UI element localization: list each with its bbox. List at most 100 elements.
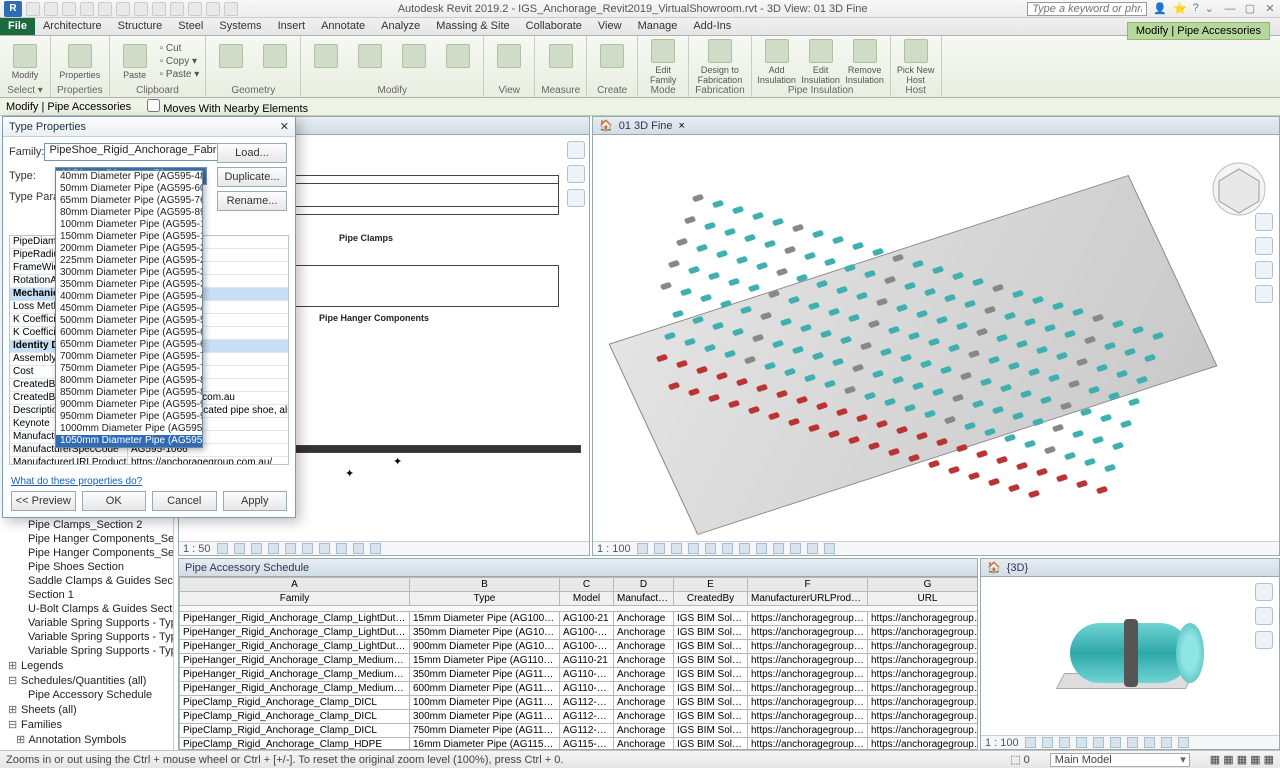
browser-node[interactable]: ⊞ Legends	[0, 658, 173, 673]
ribbon-button[interactable]: Remove Insulation	[846, 39, 884, 85]
schedule-grid[interactable]: ABCDEFGFamilyTypeModelManufacturerCreate…	[179, 577, 977, 749]
moves-with-nearby-checkbox[interactable]: Moves With Nearby Elements	[141, 99, 308, 115]
ribbon-tab-file[interactable]: File	[0, 18, 35, 35]
view-tab-label[interactable]: 01 3D Fine	[619, 120, 673, 132]
quick-access-toolbar[interactable]	[26, 2, 238, 16]
browser-node[interactable]: Pipe Hanger Components_Section	[0, 546, 173, 560]
ok-button[interactable]: OK	[82, 491, 147, 511]
ribbon-tab-systems[interactable]: Systems	[211, 18, 269, 35]
ribbon-tab-architecture[interactable]: Architecture	[35, 18, 110, 35]
ribbon-tab-structure[interactable]: Structure	[110, 18, 171, 35]
ribbon-button[interactable]	[490, 44, 528, 80]
dropdown-option[interactable]: 40mm Diameter Pipe (AG595-48)	[56, 171, 202, 183]
rename-button[interactable]: Rename...	[217, 191, 287, 211]
ribbon-button[interactable]	[439, 44, 477, 80]
ribbon-tab-collaborate[interactable]: Collaborate	[518, 18, 590, 35]
table-row[interactable]: PipeHanger_Rigid_Anchorage_Clamp_MediumD…	[180, 654, 978, 668]
ribbon-button[interactable]	[212, 44, 250, 80]
workset-combo[interactable]: Main Model	[1050, 753, 1190, 767]
help-icons[interactable]: 👤⭐?⌄	[1153, 2, 1214, 15]
ribbon-button[interactable]: Modify	[6, 44, 44, 80]
maximize-button[interactable]: ▢	[1240, 2, 1260, 15]
view-canvas[interactable]	[593, 135, 1279, 541]
ribbon-tab-annotate[interactable]: Annotate	[313, 18, 373, 35]
dropdown-option[interactable]: 200mm Diameter Pipe (AG595-219)	[56, 243, 202, 255]
cancel-button[interactable]: Cancel	[152, 491, 217, 511]
selection-count-icon[interactable]: ⬚ 0	[1010, 753, 1030, 766]
viewcube[interactable]	[1209, 159, 1269, 219]
dropdown-option[interactable]: 65mm Diameter Pipe (AG595-76)	[56, 195, 202, 207]
ribbon-tab-massing-site[interactable]: Massing & Site	[428, 18, 517, 35]
browser-node[interactable]: Pipe Accessory Schedule	[0, 688, 173, 702]
dropdown-option[interactable]: 850mm Diameter Pipe (AG595-864)	[56, 387, 202, 399]
table-row[interactable]: PipeHanger_Rigid_Anchorage_Clamp_LightDu…	[180, 640, 978, 654]
contextual-ribbon-tab[interactable]: Modify | Pipe Accessories	[1127, 22, 1270, 40]
table-row[interactable]: PipeClamp_Rigid_Anchorage_Clamp_DICL750m…	[180, 724, 978, 738]
ribbon-tab-steel[interactable]: Steel	[170, 18, 211, 35]
dropdown-option[interactable]: 100mm Diameter Pipe (AG595-114)	[56, 219, 202, 231]
view-control-bar[interactable]: 1 : 50	[179, 541, 589, 555]
dropdown-option[interactable]: 1050mm Diameter Pipe (AG595-1066)	[56, 435, 202, 447]
browser-node[interactable]: ⊟ Schedules/Quantities (all)	[0, 673, 173, 688]
dropdown-option[interactable]: 80mm Diameter Pipe (AG595-89)	[56, 207, 202, 219]
browser-node[interactable]: Saddle Clamps & Guides Section	[0, 574, 173, 588]
nav-tools[interactable]	[567, 141, 585, 207]
ribbon-tab-add-ins[interactable]: Add-Ins	[685, 18, 739, 35]
table-row[interactable]: PipeHanger_Rigid_Anchorage_Clamp_MediumD…	[180, 668, 978, 682]
table-row[interactable]: PipeHanger_Rigid_Anchorage_Clamp_MediumD…	[180, 682, 978, 696]
ribbon-button[interactable]	[307, 44, 345, 80]
view-control-bar[interactable]: 1 : 100	[981, 735, 1279, 749]
browser-node[interactable]: Variable Spring Supports - Type G	[0, 644, 173, 658]
browser-node[interactable]: ⊞ Sheets (all)	[0, 702, 173, 717]
browser-node[interactable]: Section 1	[0, 588, 173, 602]
table-row[interactable]: PipeHanger_Rigid_Anchorage_Clamp_LightDu…	[180, 626, 978, 640]
ribbon-tab-analyze[interactable]: Analyze	[373, 18, 428, 35]
dropdown-option[interactable]: 650mm Diameter Pipe (AG595-660)	[56, 339, 202, 351]
browser-node[interactable]: Pipe Clamps_Section 2	[0, 518, 173, 532]
project-browser[interactable]: Pipe Clamps_Section 2 Pipe Hanger Compone…	[0, 518, 174, 750]
nav-tools[interactable]	[1255, 583, 1273, 649]
search-input[interactable]	[1027, 2, 1147, 16]
status-icons[interactable]: ▦ ▦ ▦ ▦ ▦	[1210, 753, 1274, 766]
home-icon[interactable]: 🏠	[599, 119, 613, 132]
browser-node[interactable]: Variable Spring Supports - Type F	[0, 630, 173, 644]
browser-node[interactable]: Variable Spring Supports - Type C	[0, 616, 173, 630]
ribbon-button[interactable]: Pick New Host	[897, 39, 935, 85]
view-3d-small[interactable]: 🏠{3D} 1 : 100	[980, 558, 1280, 750]
close-button[interactable]: ✕	[1260, 2, 1280, 15]
browser-node[interactable]: ⊟ Families	[0, 717, 173, 732]
dropdown-option[interactable]: 450mm Diameter Pipe (AG595-457)	[56, 303, 202, 315]
dropdown-option[interactable]: 950mm Diameter Pipe (AG595-966)	[56, 411, 202, 423]
browser-node[interactable]: Pipe Shoes Section	[0, 560, 173, 574]
nav-tools[interactable]	[1255, 213, 1273, 303]
ribbon-button[interactable]: Add Insulation	[758, 39, 796, 85]
ribbon-button[interactable]	[351, 44, 389, 80]
dropdown-option[interactable]: 225mm Diameter Pipe (AG595-273)	[56, 255, 202, 267]
browser-node[interactable]: U-Bolt Clamps & Guides Section	[0, 602, 173, 616]
close-view-icon[interactable]: ×	[679, 120, 685, 132]
apply-button[interactable]: Apply	[223, 491, 288, 511]
dropdown-option[interactable]: 900mm Diameter Pipe (AG595-914)	[56, 399, 202, 411]
ribbon-button[interactable]: Paste	[116, 44, 154, 80]
view-control-bar[interactable]: 1 : 100	[593, 541, 1279, 555]
close-icon[interactable]: ✕	[280, 120, 289, 133]
dropdown-option[interactable]: 50mm Diameter Pipe (AG595-60)	[56, 183, 202, 195]
ribbon-button[interactable]: Properties	[61, 44, 99, 80]
dropdown-option[interactable]: 750mm Diameter Pipe (AG595-762)	[56, 363, 202, 375]
ribbon-button[interactable]	[593, 44, 631, 80]
load-button[interactable]: Load...	[217, 143, 287, 163]
table-row[interactable]: PipeClamp_Rigid_Anchorage_Clamp_DICL100m…	[180, 696, 978, 710]
help-link[interactable]: What do these properties do?	[11, 476, 142, 487]
ribbon-button[interactable]: Design to Fabrication	[701, 39, 739, 85]
ribbon-button[interactable]	[542, 44, 580, 80]
table-row[interactable]: PipeHanger_Rigid_Anchorage_Clamp_LightDu…	[180, 612, 978, 626]
view-3d-fine[interactable]: 🏠 01 3D Fine × 1 : 100	[592, 116, 1280, 556]
view-canvas[interactable]	[981, 577, 1279, 735]
ribbon-tab-view[interactable]: View	[590, 18, 630, 35]
param-row[interactable]: ManufacturerURLProductSpecifichttps://an…	[10, 457, 288, 465]
preview-button[interactable]: << Preview	[11, 491, 76, 511]
browser-node[interactable]: ⊞ Annotation Symbols	[0, 732, 173, 747]
dropdown-option[interactable]: 350mm Diameter Pipe (AG595-356)	[56, 279, 202, 291]
ribbon-button[interactable]: Edit Family	[644, 39, 682, 85]
dropdown-option[interactable]: 500mm Diameter Pipe (AG595-508)	[56, 315, 202, 327]
